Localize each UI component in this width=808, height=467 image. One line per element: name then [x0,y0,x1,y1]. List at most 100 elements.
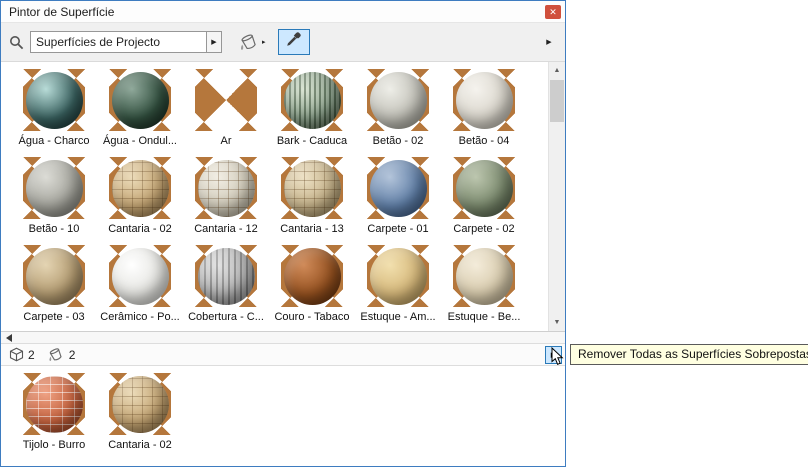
search-icon [9,35,24,50]
material-thumbnail [453,69,515,131]
material-label: Cobertura - C... [188,311,264,323]
material-item[interactable]: Betão - 04 [441,69,527,157]
combo-arrow-button[interactable]: ▶ [206,31,222,53]
material-thumbnail [281,157,343,219]
material-sphere [198,160,255,217]
eyedropper-icon [285,31,302,53]
material-item[interactable]: Cantaria - 02 [97,157,183,245]
material-sphere [112,160,169,217]
material-label: Cantaria - 02 [108,223,172,235]
material-thumbnail [195,69,257,131]
override-material-item[interactable]: Cantaria - 02 [97,373,183,461]
material-thumbnail [195,245,257,307]
panel-splitter[interactable] [1,331,565,344]
window-title: Pintor de Superfície [9,5,545,19]
material-item[interactable]: Cobertura - C... [183,245,269,331]
material-sphere [284,160,341,217]
material-sphere [26,248,83,305]
material-label: Cantaria - 12 [194,223,258,235]
material-sphere [370,248,427,305]
material-thumbnail [23,157,85,219]
material-sphere [112,376,169,433]
material-sphere [370,72,427,129]
surface-bucket-icon [47,347,65,363]
material-item[interactable]: Ar [183,69,269,157]
material-item[interactable]: Carpete - 02 [441,157,527,245]
material-item[interactable]: Betão - 10 [11,157,97,245]
material-label: Carpete - 01 [367,223,428,235]
bucket-dropdown-arrow[interactable]: ▸ [262,38,266,46]
tooltip: Remover Todas as Superfícies Sobrepostas [570,344,808,365]
material-thumbnail [453,157,515,219]
material-thumbnail [281,245,343,307]
toolbar: ▶ ▸ ▶ [1,23,565,62]
material-thumbnail [367,157,429,219]
material-sphere [198,248,255,305]
materials-panel: Água - Charco Água - Ondul... Ar [1,62,565,331]
scroll-down-button[interactable]: ▼ [549,314,565,331]
override-materials-panel: Tijolo - Burro Cantaria - 02 [1,366,565,466]
material-label: Carpete - 02 [453,223,514,235]
material-thumbnail [23,245,85,307]
close-button[interactable]: ✕ [545,5,561,19]
material-item[interactable]: Carpete - 03 [11,245,97,331]
paint-bucket-icon[interactable] [238,33,260,52]
material-label: Tijolo - Burro [23,439,86,451]
element-count: 2 [28,348,35,362]
search-combo: ▶ [30,31,222,53]
material-thumbnail [367,69,429,131]
material-label: Couro - Tabaco [274,311,349,323]
material-label: Betão - 02 [373,135,424,147]
material-label: Betão - 10 [29,223,80,235]
material-sphere [284,248,341,305]
material-item[interactable]: Estuque - Am... [355,245,441,331]
material-item[interactable]: Bark - Caduca [269,69,355,157]
material-sphere [26,72,83,129]
override-count: 2 [69,348,76,362]
material-sphere [112,72,169,129]
material-item[interactable]: Estuque - Be... [441,245,527,331]
material-item[interactable]: Couro - Tabaco [269,245,355,331]
material-item[interactable]: Cantaria - 13 [269,157,355,245]
material-sphere [26,376,83,433]
material-thumbnail [195,157,257,219]
material-item[interactable]: Betão - 02 [355,69,441,157]
material-thumbnail [23,373,85,435]
surface-painter-window: Pintor de Superfície ✕ ▶ ▸ [0,0,566,467]
material-thumbnail [367,245,429,307]
materials-grid: Água - Charco Água - Ondul... Ar [1,62,565,331]
material-item[interactable]: Cerâmico - Po... [97,245,183,331]
element-cube-icon [9,347,24,362]
vertical-scrollbar[interactable]: ▲ ▼ [548,62,565,331]
search-input[interactable] [30,31,206,53]
remove-overrides-button[interactable]: ▶ [545,346,562,364]
material-thumbnail [109,69,171,131]
collapse-arrow-icon[interactable] [6,334,12,342]
toolbar-overflow-button[interactable]: ▶ [541,31,557,53]
material-label: Ar [221,135,232,147]
material-item[interactable]: Cantaria - 12 [183,157,269,245]
material-thumbnail [109,373,171,435]
material-label: Estuque - Be... [448,311,521,323]
material-item[interactable]: Água - Charco [11,69,97,157]
material-label: Cerâmico - Po... [100,311,179,323]
material-thumbnail [453,245,515,307]
material-sphere [456,248,513,305]
material-item[interactable]: Água - Ondul... [97,69,183,157]
material-item[interactable]: Carpete - 01 [355,157,441,245]
material-label: Betão - 04 [459,135,510,147]
eyedropper-button[interactable] [278,29,310,55]
status-bar: 2 2 ▶ [1,344,565,366]
material-label: Bark - Caduca [277,135,347,147]
scroll-up-button[interactable]: ▲ [549,62,565,79]
material-thumbnail [109,157,171,219]
override-material-item[interactable]: Tijolo - Burro [11,373,97,461]
title-bar[interactable]: Pintor de Superfície ✕ [1,1,565,23]
material-thumbnail [23,69,85,131]
material-sphere [112,248,169,305]
material-label: Cantaria - 13 [280,223,344,235]
material-label: Cantaria - 02 [108,439,172,451]
scrollbar-thumb[interactable] [550,80,564,122]
material-sphere [456,72,513,129]
material-sphere [26,160,83,217]
